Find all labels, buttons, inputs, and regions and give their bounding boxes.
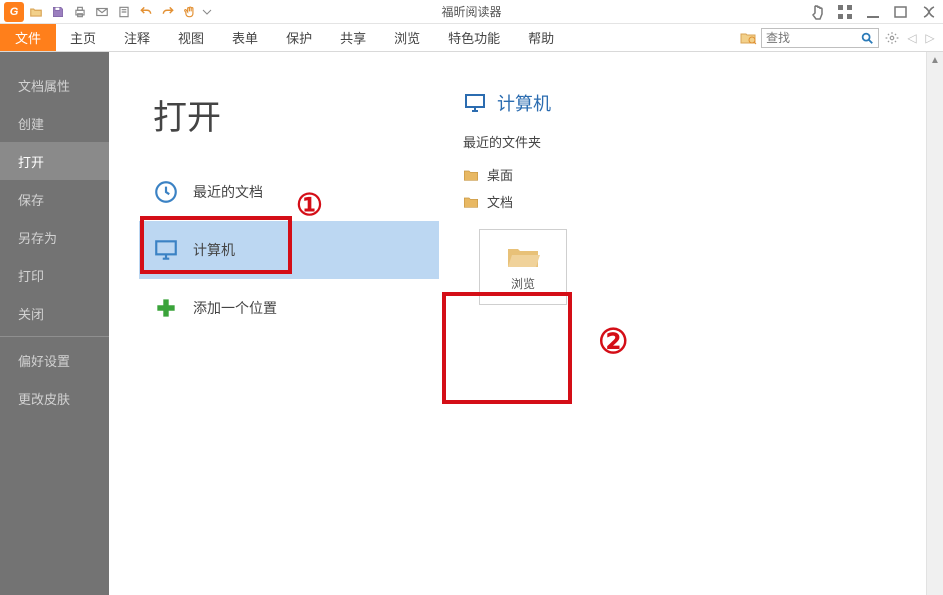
close-icon[interactable] — [921, 4, 937, 20]
app-logo: G — [4, 2, 24, 22]
folder-label: 桌面 — [487, 165, 513, 184]
option-add-location[interactable]: 添加一个位置 — [139, 279, 439, 337]
window-controls — [809, 0, 937, 24]
find-folder-icon[interactable] — [739, 29, 757, 47]
tab-comment[interactable]: 注释 — [110, 24, 164, 51]
search-box[interactable] — [761, 28, 879, 48]
open-icon[interactable] — [26, 2, 46, 22]
browse-button[interactable]: 浏览 — [479, 229, 567, 305]
vertical-scrollbar[interactable]: ▲ — [926, 52, 943, 595]
panel-heading-label: 计算机 — [497, 90, 551, 116]
form-icon[interactable] — [114, 2, 134, 22]
open-options-panel: 打开 最近的文档 计算机 添加一个位置 — [109, 52, 439, 595]
folder-icon — [463, 195, 479, 209]
option-computer[interactable]: 计算机 — [139, 221, 439, 279]
open-details-panel: 计算机 最近的文件夹 桌面 文档 浏览 — [439, 52, 943, 595]
folder-icon — [463, 168, 479, 182]
folder-open-icon — [506, 243, 540, 269]
sidebar-item-save[interactable]: 保存 — [0, 180, 109, 218]
page-title: 打开 — [109, 52, 439, 163]
quick-access-toolbar: G 福昕阅读器 — [0, 0, 943, 24]
panel-heading: 计算机 — [463, 90, 943, 116]
folder-label: 文档 — [487, 192, 513, 211]
plus-icon — [153, 295, 179, 321]
clock-icon — [153, 179, 179, 205]
backstage-sidebar: 文档属性 创建 打开 保存 另存为 打印 关闭 偏好设置 更改皮肤 — [0, 52, 109, 595]
undo-icon[interactable] — [136, 2, 156, 22]
sidebar-item-preferences[interactable]: 偏好设置 — [0, 341, 109, 379]
tab-protect[interactable]: 保护 — [272, 24, 326, 51]
sidebar-item-open[interactable]: 打开 — [0, 142, 109, 180]
minimize-icon[interactable] — [865, 4, 881, 20]
touch-mode-icon[interactable] — [809, 4, 825, 20]
tab-view[interactable]: 视图 — [164, 24, 218, 51]
option-recent-documents[interactable]: 最近的文档 — [139, 163, 439, 221]
folder-desktop[interactable]: 桌面 — [463, 161, 943, 188]
nav-next-icon[interactable]: ▷ — [923, 31, 937, 45]
search-input[interactable] — [766, 31, 860, 45]
search-icon[interactable] — [860, 31, 874, 45]
folder-documents[interactable]: 文档 — [463, 188, 943, 215]
sidebar-separator — [0, 336, 109, 337]
email-icon[interactable] — [92, 2, 112, 22]
tab-extras[interactable]: 特色功能 — [434, 24, 514, 51]
recent-folders-label: 最近的文件夹 — [463, 132, 943, 151]
option-label: 最近的文档 — [193, 182, 263, 202]
option-label: 计算机 — [193, 240, 235, 260]
redo-icon[interactable] — [158, 2, 178, 22]
option-label: 添加一个位置 — [193, 298, 277, 318]
tab-browse[interactable]: 浏览 — [380, 24, 434, 51]
sidebar-item-properties[interactable]: 文档属性 — [0, 66, 109, 104]
nav-prev-icon[interactable]: ◁ — [905, 31, 919, 45]
tab-help[interactable]: 帮助 — [514, 24, 568, 51]
file-tab[interactable]: 文件 — [0, 24, 56, 51]
sidebar-item-create[interactable]: 创建 — [0, 104, 109, 142]
tab-form[interactable]: 表单 — [218, 24, 272, 51]
qat-dropdown-icon[interactable] — [202, 2, 212, 22]
ribbon-options-icon[interactable] — [837, 4, 853, 20]
monitor-icon — [153, 237, 179, 263]
tab-home[interactable]: 主页 — [56, 24, 110, 51]
hand-icon[interactable] — [180, 2, 200, 22]
sidebar-item-print[interactable]: 打印 — [0, 256, 109, 294]
sidebar-item-saveas[interactable]: 另存为 — [0, 218, 109, 256]
settings-icon[interactable] — [883, 31, 901, 45]
browse-label: 浏览 — [511, 275, 535, 292]
scroll-up-icon[interactable]: ▲ — [927, 52, 943, 69]
sidebar-item-close[interactable]: 关闭 — [0, 294, 109, 332]
monitor-icon — [463, 91, 487, 115]
save-icon[interactable] — [48, 2, 68, 22]
sidebar-item-skin[interactable]: 更改皮肤 — [0, 379, 109, 417]
tab-share[interactable]: 共享 — [326, 24, 380, 51]
print-icon[interactable] — [70, 2, 90, 22]
backstage-view: 文档属性 创建 打开 保存 另存为 打印 关闭 偏好设置 更改皮肤 打开 最近的… — [0, 52, 943, 595]
maximize-icon[interactable] — [893, 4, 909, 20]
ribbon-tabs: 文件 主页 注释 视图 表单 保护 共享 浏览 特色功能 帮助 ◁ ▷ — [0, 24, 943, 52]
